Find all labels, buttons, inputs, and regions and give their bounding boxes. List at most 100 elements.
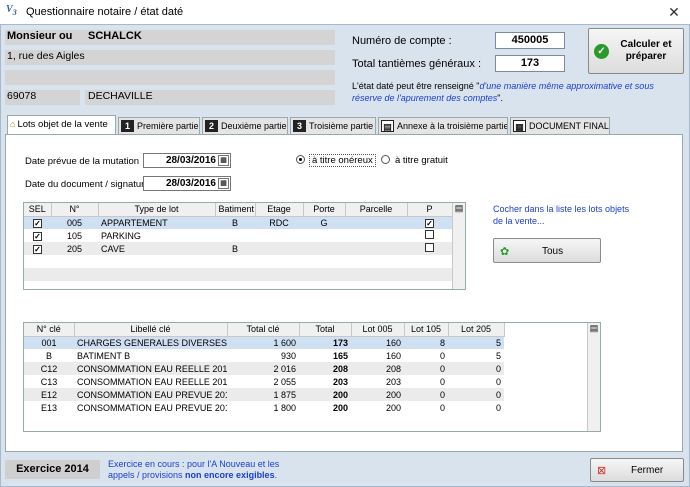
lot-cell-porte (303, 229, 345, 242)
city-field: DECHAVILLE (85, 90, 335, 105)
document-final-icon: ▦ (513, 120, 526, 132)
empty-cell (24, 268, 51, 281)
close-icon[interactable]: ✕ (664, 3, 684, 21)
empty-row (24, 268, 452, 281)
address-line-2 (5, 70, 335, 85)
sel-checkbox[interactable]: ✓ (33, 231, 42, 241)
cles-grid: N° clé Libellé clé Total clé Total Lot 005 Lo… (24, 323, 505, 414)
lots-col-header[interactable]: N° (51, 203, 99, 217)
tab-lots[interactable]: ⌂ Lots objet de la vente (7, 115, 116, 135)
cle-cell-num: E13 (40, 402, 57, 413)
fermer-button[interactable]: ⊠ Fermer (590, 458, 684, 482)
calendar-icon[interactable]: ▦ (218, 155, 229, 166)
sel-checkbox[interactable]: ✓ (33, 218, 42, 228)
title-bar: V3 Questionnaire notaire / état daté ✕ (0, 0, 690, 24)
fermer-button-label: Fermer (631, 465, 664, 476)
lot-cell-type: PARKING (101, 230, 141, 241)
cles-col-header[interactable]: Total clé (227, 323, 300, 337)
cle-cell-libelle: BATIMENT B (77, 350, 131, 361)
lots-col-header[interactable]: Batiment (215, 203, 256, 217)
cle-cell-total_cle: 1 800 (273, 402, 296, 413)
lots-table: SEL N° Type de lot Batiment Etage Porte Parcel… (23, 202, 466, 290)
cles-scrollbar[interactable]: ▤ (587, 323, 600, 431)
cle-cell-total_cle: 1 875 (227, 388, 299, 401)
tab-premiere-partie[interactable]: 1 Première partie (118, 117, 200, 135)
lot-cell-type: APPARTEMENT (98, 216, 215, 229)
cle-row[interactable]: E13 CONSOMMATION EAU PREVUE 2013 1 800 200 2… (24, 401, 504, 414)
tous-button[interactable]: ✿ Tous (493, 238, 601, 263)
info-note: L'état daté peut être renseigné "d'une m… (352, 81, 654, 103)
empty-cell (215, 268, 255, 281)
tab-annexe[interactable]: ▤ Annexe à la troisième partie (378, 117, 508, 135)
gratuit-label[interactable]: à titre gratuit (395, 155, 448, 166)
p-checkbox[interactable]: ✓ (425, 218, 434, 228)
cles-col-header[interactable]: N° clé (24, 323, 75, 337)
tous-button-label: Tous (542, 246, 564, 257)
lots-col-header[interactable]: Porte (303, 203, 346, 217)
lots-scrollbar[interactable]: ▤ (452, 203, 465, 289)
lots-col-header[interactable]: SEL (24, 203, 52, 217)
table-settings-icon[interactable]: ▤ (588, 323, 600, 334)
lots-col-header[interactable]: Etage (255, 203, 304, 217)
lots-col-header[interactable]: P (407, 203, 453, 217)
cles-col-header[interactable]: Lot 205 (448, 323, 505, 337)
gratuit-radio[interactable] (381, 155, 390, 164)
empty-cell (24, 255, 51, 268)
number-2-icon: 2 (205, 120, 218, 132)
p-checkbox[interactable] (425, 243, 434, 252)
sel-cell: ✓ (24, 216, 51, 229)
onereux-label[interactable]: à titre onéreux (309, 154, 376, 167)
empty-cell (98, 268, 215, 281)
p-checkbox[interactable] (425, 230, 434, 239)
tab-deuxieme-partie[interactable]: 2 Deuxième partie (202, 117, 288, 135)
cle-cell-total_cle: 1 600 (227, 336, 299, 349)
cle-cell-lot205: 0 (448, 362, 504, 375)
empty-cell (255, 255, 303, 268)
lot-cell-etage (255, 242, 303, 255)
close-door-icon: ⊠ (597, 465, 607, 477)
cles-col-header[interactable]: Lot 005 (351, 323, 405, 337)
calculate-button-label: Calculer et préparer (620, 39, 672, 62)
cle-row[interactable]: B BATIMENT B 930 165 160 0 5 (24, 349, 504, 362)
cle-cell-lot105: 0 (439, 402, 445, 413)
tab-document-final[interactable]: ▦ DOCUMENT FINAL (510, 117, 610, 135)
cle-row[interactable]: 001 CHARGES GENERALES DIVERSES 1 600 173 160… (24, 336, 504, 349)
app-logo-icon: V3 (6, 4, 17, 17)
cle-cell-lot005: 208 (351, 362, 404, 375)
lots-col-header[interactable]: Type de lot (98, 203, 216, 217)
onereux-radio[interactable] (296, 155, 305, 164)
calendar-icon[interactable]: ▦ (218, 178, 229, 189)
postcode-field: 69078 (5, 90, 80, 105)
cle-row[interactable]: C13 CONSOMMATION EAU REELLE 2013 2 055 203 2… (24, 375, 504, 388)
lot-row[interactable]: ✓ 005 APPARTEMENT B RDC G ✓ (24, 216, 452, 229)
house-icon: ⌂ (10, 119, 16, 129)
cle-cell-lot005: 200 (385, 402, 401, 413)
mutation-date-input[interactable]: 28/03/2016 ▦ (143, 153, 231, 168)
cle-row[interactable]: C12 CONSOMMATION EAU REELLE 2012 2 016 208 2… (24, 362, 504, 375)
lot-cell-bat (215, 229, 255, 242)
sel-cell: ✓ (24, 229, 51, 242)
cles-col-header[interactable]: Libellé clé (74, 323, 228, 337)
table-settings-icon[interactable]: ▤ (453, 203, 465, 214)
lot-row[interactable]: ✓ 105 PARKING (24, 229, 452, 242)
cles-col-header[interactable]: Total (299, 323, 352, 337)
cle-cell-lot205: 5 (448, 336, 504, 349)
cles-col-header[interactable]: Lot 105 (404, 323, 449, 337)
lot-cell-porte (303, 242, 345, 255)
address-line-1: 1, rue des Aigles (5, 50, 335, 65)
lot-row[interactable]: ✓ 205 CAVE B (24, 242, 452, 255)
lot-cell-parcelle (345, 242, 407, 255)
sel-checkbox[interactable]: ✓ (33, 244, 42, 254)
cle-row[interactable]: E12 CONSOMMATION EAU PREVUE 2012 1 875 200 2… (24, 388, 504, 401)
calculate-button[interactable]: ✓ Calculer et préparer (588, 28, 684, 74)
tab-troisieme-partie[interactable]: 3 Troisième partie (290, 117, 376, 135)
cles-header-row: N° clé Libellé clé Total clé Total Lot 005 Lo… (24, 323, 505, 337)
lots-col-header[interactable]: Parcelle (345, 203, 408, 217)
exercice-badge: Exercice 2014 (5, 460, 100, 479)
document-date-input[interactable]: 28/03/2016 ▦ (143, 176, 231, 191)
cle-cell-lot105: 0 (404, 362, 448, 375)
empty-cell (407, 255, 452, 268)
lot-cell-bat: B (215, 242, 255, 255)
cle-cell-total: 200 (332, 402, 348, 413)
document-date-label: Date du document / signature (25, 179, 150, 190)
